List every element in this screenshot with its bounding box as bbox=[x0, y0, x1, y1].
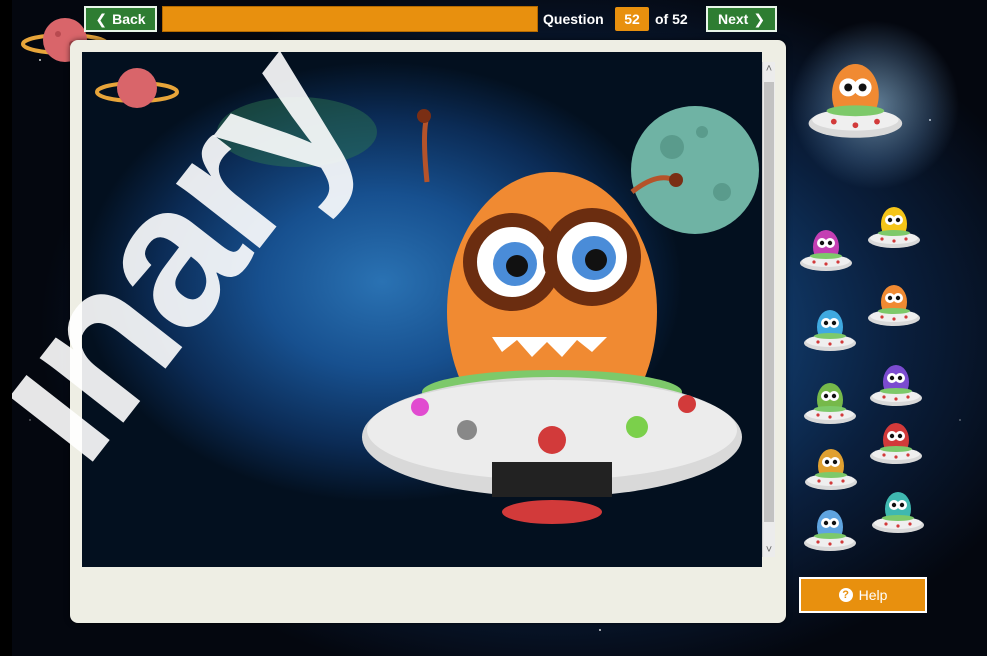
alien-yellow-robot-icon[interactable] bbox=[866, 202, 922, 262]
alien-yellow-goggles-icon[interactable] bbox=[803, 444, 859, 504]
alien-red-icon[interactable] bbox=[868, 418, 924, 478]
alien-teal-icon[interactable] bbox=[870, 487, 926, 547]
alien-blue-small-icon[interactable] bbox=[802, 505, 858, 565]
alien-purple-icon[interactable] bbox=[798, 225, 854, 285]
scroll-up-icon[interactable]: ˄ bbox=[763, 62, 775, 76]
planet-icon bbox=[95, 68, 179, 108]
ufo-saucer bbox=[362, 370, 742, 524]
chevron-left-icon: ❮ bbox=[95, 10, 108, 27]
help-button[interactable]: ? Help bbox=[799, 577, 927, 613]
question-mark-icon: ? bbox=[838, 588, 853, 602]
question-image bbox=[82, 52, 762, 567]
alien-orange-big-icon[interactable] bbox=[805, 55, 906, 163]
next-label: Next bbox=[717, 11, 749, 27]
alien-green-icon[interactable] bbox=[802, 378, 858, 438]
question-number-badge: 52 bbox=[615, 7, 649, 31]
chevron-right-icon: ❯ bbox=[753, 10, 766, 27]
left-border bbox=[0, 0, 12, 656]
scrollbar[interactable]: ˄ ˅ bbox=[762, 62, 775, 557]
back-button[interactable]: ❮ Back bbox=[84, 6, 157, 32]
alien-orange-small-icon[interactable] bbox=[866, 280, 922, 340]
alien-ufo-illustration bbox=[95, 68, 759, 524]
next-button[interactable]: Next ❯ bbox=[706, 6, 777, 32]
back-label: Back bbox=[112, 11, 146, 27]
progress-bar bbox=[162, 6, 538, 32]
question-label: Question bbox=[543, 11, 604, 27]
question-total: of 52 bbox=[655, 11, 688, 27]
scroll-thumb[interactable] bbox=[764, 82, 774, 522]
alien-purple-small-icon[interactable] bbox=[868, 360, 924, 420]
help-label: Help bbox=[858, 587, 888, 603]
alien-blue-icon[interactable] bbox=[802, 305, 858, 365]
scroll-down-icon[interactable]: ˅ bbox=[763, 543, 775, 557]
space-background: ❮ Back Question 52 of 52 Next ❯ ˄ ˅ ? He… bbox=[0, 0, 987, 656]
moon-icon bbox=[631, 106, 759, 234]
